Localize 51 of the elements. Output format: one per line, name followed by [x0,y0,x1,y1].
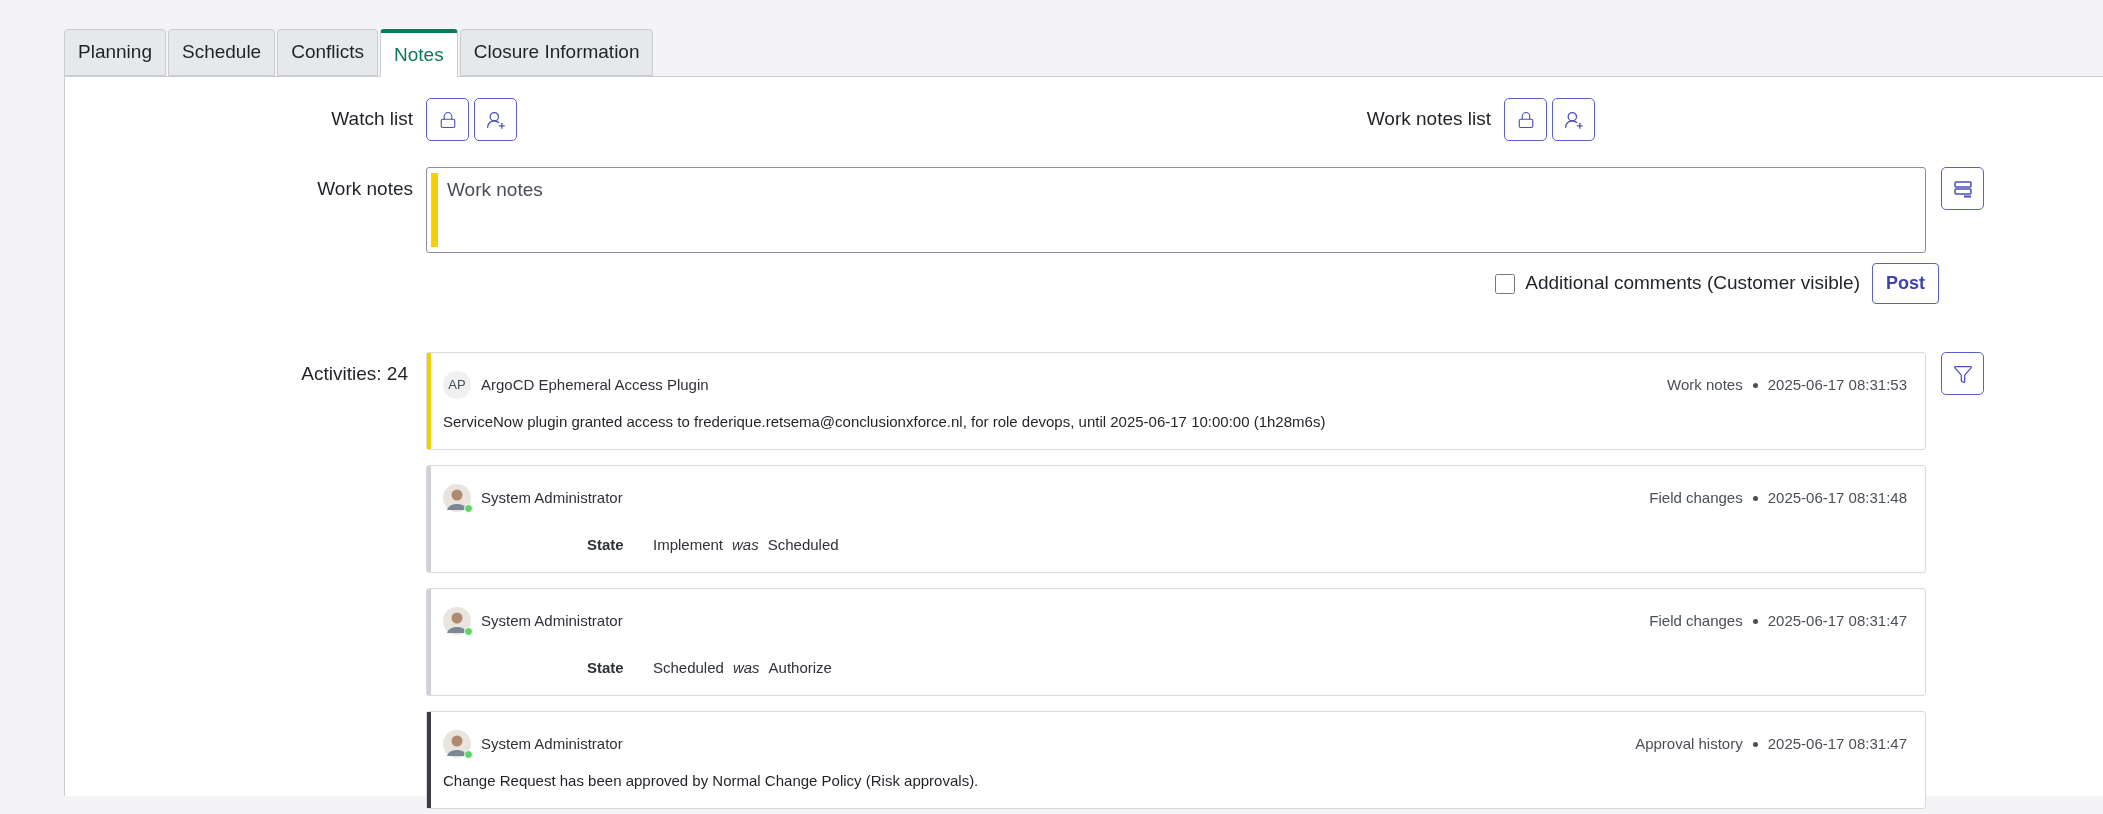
work-notes-list-label: Work notes list [1365,107,1492,132]
lock-icon [1516,110,1535,129]
lock-button[interactable] [426,98,469,141]
avatar-icon [443,730,471,758]
old-value: Authorize [768,658,832,678]
activity-type: Field changes [1649,487,1743,508]
author-name: System Administrator [481,733,623,754]
tab[interactable]: Conflicts [277,29,379,76]
field-name: State [587,535,625,555]
stacked-rows-icon [1952,179,1973,198]
stack-layout-button[interactable] [1941,167,1984,210]
was-word: was [732,658,760,678]
tab[interactable]: Schedule [167,29,276,76]
field-name: State [587,658,625,678]
tab[interactable]: Notes [380,29,458,77]
activity-text: ServiceNow plugin granted access to frederique.retsema@conclusionxforce.nl, for role devops, until 2025-06-17 10:00:00 (1h28m6s) [443,412,1327,432]
lock-icon [438,110,457,129]
activity-type: Work notes [1667,374,1743,395]
tab[interactable]: Closure Information [459,29,654,76]
activity-time: 2025-06-17 08:31:47 [1767,733,1907,754]
activity-text: Change Request has been approved by Normal Change Policy (Risk approvals). [443,771,980,791]
avatar-icon [443,484,471,512]
activity-time: 2025-06-17 08:31:53 [1767,374,1907,395]
activity-type: Approval history [1635,733,1743,754]
author-name: System Administrator [481,610,623,631]
post-button[interactable]: Post [1872,263,1939,304]
new-value: Implement [653,535,724,555]
add-user-button[interactable] [474,98,517,141]
add-user-button[interactable] [1552,98,1595,141]
add-user-icon [1563,109,1584,130]
add-user-icon [485,109,506,130]
checkbox-label: Additional comments (Customer visible) [1525,271,1860,296]
author-name: System Administrator [481,487,623,508]
was-word: was [732,535,759,555]
checkbox[interactable] [1495,273,1516,294]
lock-button[interactable] [1504,98,1547,141]
activity-type: Field changes [1649,610,1743,631]
avatar-icon [443,607,471,635]
work-notes-label: Work notes [316,177,414,201]
filter-button[interactable] [1941,352,1984,395]
tab[interactable]: Planning [64,29,166,76]
old-value: Scheduled [767,535,839,555]
activities-count: Activities: 24 [300,362,409,386]
author-name: ArgoCD Ephemeral Access Plugin [481,374,709,395]
new-value: Scheduled [653,658,724,678]
work-notes-field[interactable]: Work notes [426,167,1926,253]
author-initials: AP [443,371,471,399]
activity-time: 2025-06-17 08:31:48 [1767,487,1907,508]
watch-list-label: Watch list [330,107,414,132]
activity-time: 2025-06-17 08:31:47 [1767,610,1907,631]
filter-icon [1952,363,1973,384]
